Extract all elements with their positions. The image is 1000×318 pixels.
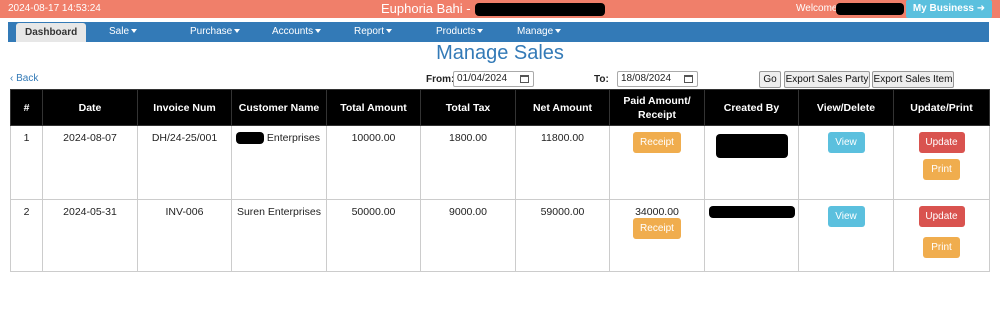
row-total-amount: 10000.00 [326, 125, 421, 200]
from-date-value: 01/04/2024 [457, 73, 508, 84]
customer-name-text: Enterprises [266, 132, 321, 144]
chevron-down-icon [131, 29, 138, 34]
table-row: 2 2024-05-31 INV-006 Suren Enterprises 5… [10, 199, 990, 272]
row-update-print: Update Print [893, 199, 990, 272]
column-header: Update/Print [893, 89, 990, 126]
top-bar: 2024-08-17 14:53:24 Euphoria Bahi - Welc… [0, 0, 1000, 18]
chevron-down-icon [477, 29, 484, 34]
nav-manage[interactable]: Manage [517, 22, 562, 42]
chevron-down-icon [555, 29, 562, 34]
nav-dashboard[interactable]: Dashboard [16, 23, 87, 42]
column-header: Net Amount [515, 89, 610, 126]
calendar-icon[interactable] [520, 75, 529, 83]
row-number: 1 [10, 125, 43, 200]
nav-products[interactable]: Products [436, 22, 484, 42]
view-button[interactable]: View [827, 206, 865, 227]
welcome-text: Welcome [796, 3, 838, 14]
nav-report[interactable]: Report [354, 22, 393, 42]
column-header: View/Delete [798, 89, 894, 126]
export-sales-item-button[interactable]: Export Sales Item [872, 71, 954, 88]
row-paid-amount: Receipt [609, 125, 705, 200]
row-customer: Enterprises [231, 125, 327, 200]
chevron-down-icon [315, 29, 322, 34]
row-total-amount: 50000.00 [326, 199, 421, 272]
row-date: 2024-08-07 [42, 125, 138, 200]
column-header: Invoice Num [137, 89, 232, 126]
row-view-delete: View [798, 199, 894, 272]
to-label: To: [594, 74, 609, 85]
go-button[interactable]: Go [759, 71, 781, 88]
nav-manage-label: Manage [517, 26, 554, 37]
column-header: Total Amount [326, 89, 421, 126]
nav-sale[interactable]: Sale [109, 22, 138, 42]
to-date-value: 18/08/2024 [621, 73, 672, 84]
chevron-down-icon [386, 29, 393, 34]
redacted-created-by [708, 206, 795, 218]
redacted-created-by [715, 134, 788, 158]
brand-title: Euphoria Bahi - [381, 1, 471, 16]
nav-accounts-label: Accounts [272, 26, 314, 37]
row-invoice: DH/24-25/001 [137, 125, 232, 200]
row-invoice: INV-006 [137, 199, 232, 272]
row-total-tax: 9000.00 [420, 199, 516, 272]
back-link[interactable]: ‹ Back [10, 73, 38, 84]
row-date: 2024-05-31 [42, 199, 138, 272]
row-net-amount: 11800.00 [515, 125, 610, 200]
chevron-down-icon [234, 29, 241, 34]
paid-amount-text: 34000.00 [635, 206, 679, 218]
receipt-button[interactable]: Receipt [633, 218, 681, 239]
nav-sale-label: Sale [109, 26, 130, 37]
row-net-amount: 59000.00 [515, 199, 610, 272]
nav-purchase[interactable]: Purchase [190, 22, 241, 42]
view-button[interactable]: View [827, 132, 865, 153]
column-header: Created By [704, 89, 799, 126]
page-title: Manage Sales [436, 42, 564, 64]
update-button[interactable]: Update [918, 132, 965, 153]
row-update-print: Update Print [893, 125, 990, 200]
row-paid-amount: 34000.00 Receipt [609, 199, 705, 272]
from-date-input[interactable]: 01/04/2024 [453, 71, 534, 87]
row-view-delete: View [798, 125, 894, 200]
row-customer: Suren Enterprises [231, 199, 327, 272]
my-business-button[interactable]: My Business ➜ [906, 0, 992, 18]
print-button[interactable]: Print [923, 237, 960, 258]
calendar-icon[interactable] [684, 75, 693, 83]
sales-table: # Date Invoice Num Customer Name Total A… [10, 89, 990, 272]
main-nav: Dashboard Sale Purchase Accounts Report … [8, 22, 989, 42]
row-number: 2 [10, 199, 43, 272]
row-total-tax: 1800.00 [420, 125, 516, 200]
table-header-row: # Date Invoice Num Customer Name Total A… [10, 89, 990, 126]
to-date-input[interactable]: 18/08/2024 [617, 71, 698, 87]
column-header: # [10, 89, 43, 126]
nav-report-label: Report [354, 26, 385, 37]
row-created-by [704, 125, 799, 200]
row-created-by [704, 199, 799, 272]
redacted-business-name [475, 3, 605, 16]
redacted-username [836, 3, 904, 15]
receipt-button[interactable]: Receipt [633, 132, 681, 153]
current-datetime: 2024-08-17 14:53:24 [8, 3, 101, 14]
nav-accounts[interactable]: Accounts [272, 22, 322, 42]
export-sales-party-button[interactable]: Export Sales Party [784, 71, 870, 88]
table-row: 1 2024-08-07 DH/24-25/001 Enterprises 10… [10, 125, 990, 200]
column-header: Total Tax [420, 89, 516, 126]
nav-purchase-label: Purchase [190, 26, 233, 37]
column-header: Date [42, 89, 138, 126]
redacted-customer-prefix [236, 132, 264, 145]
column-header: Customer Name [231, 89, 327, 126]
print-button[interactable]: Print [923, 159, 960, 180]
column-header: Paid Amount/ Receipt [609, 89, 705, 126]
from-label: From: [426, 74, 455, 85]
update-button[interactable]: Update [918, 206, 965, 227]
nav-products-label: Products [436, 26, 476, 37]
